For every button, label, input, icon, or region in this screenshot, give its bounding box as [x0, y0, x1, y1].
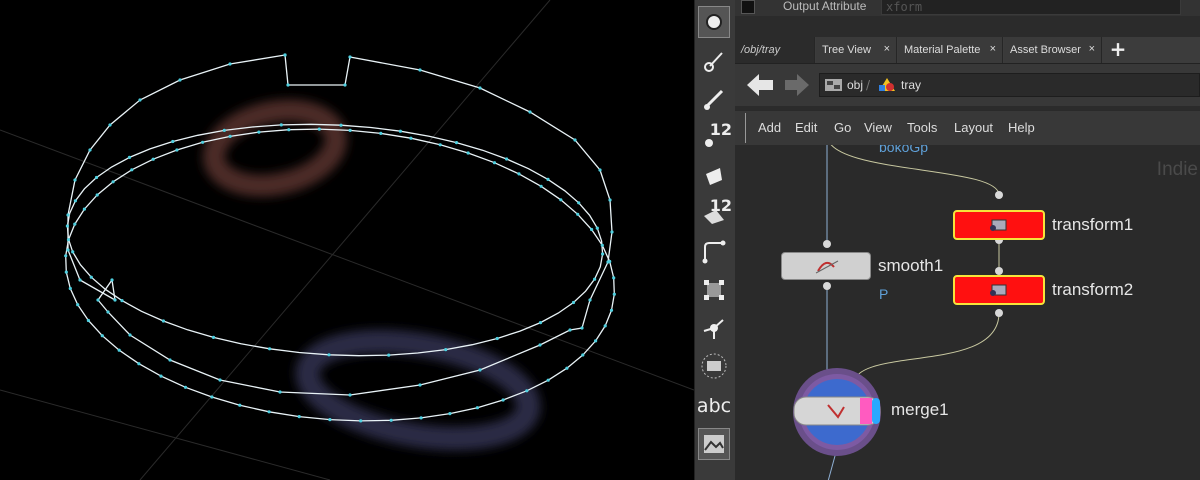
box-tool-icon[interactable] — [698, 274, 730, 306]
plane-count-icon[interactable]: 12 — [698, 196, 732, 230]
output-attribute-field[interactable]: xform — [881, 0, 1181, 15]
add-tab-button[interactable]: + — [1108, 37, 1128, 63]
smooth-node[interactable] — [781, 252, 871, 280]
network-editor[interactable]: bokoGp Indie smooth1 P transform1 transf… — [735, 145, 1200, 480]
tab-obj-tray[interactable]: /obj/tray — [735, 37, 815, 63]
tab-asset-browser[interactable]: Asset Browser × — [1004, 37, 1102, 63]
tray-curves — [65, 54, 615, 422]
navigation-bar: obj / tray — [735, 64, 1200, 106]
tool-badge-a: 12 — [709, 120, 732, 139]
transform-tool-icon[interactable] — [698, 312, 730, 344]
disk-tool-icon[interactable] — [698, 350, 730, 382]
point-count-icon[interactable]: 12 — [698, 120, 732, 154]
landscape-tool-icon[interactable] — [698, 428, 730, 460]
close-icon[interactable]: × — [1089, 43, 1095, 55]
menu-tools[interactable]: Tools — [907, 120, 937, 135]
menu-view[interactable]: View — [864, 120, 892, 135]
smooth-node-flag: P — [879, 286, 889, 302]
brush-tool-icon[interactable] — [698, 46, 730, 78]
menu-add[interactable]: Add — [758, 120, 781, 135]
tab-material-palette[interactable]: Material Palette × — [898, 37, 1003, 63]
smooth-node-icon — [815, 260, 839, 274]
output-attribute-checkbox[interactable] — [741, 0, 755, 14]
breadcrumb-obj[interactable]: obj — [824, 77, 863, 93]
transform-node-icon — [990, 219, 1007, 231]
breadcrumb-separator: / — [866, 78, 871, 92]
forward-arrow-icon[interactable] — [783, 72, 811, 102]
tool-badge-b: 12 — [709, 196, 732, 215]
transform2-node[interactable] — [953, 275, 1045, 305]
merge-node-label: merge1 — [891, 400, 949, 419]
cube-tool-icon[interactable] — [698, 160, 730, 192]
smooth-node-label: smooth1 — [878, 256, 944, 275]
transform2-node-label: transform2 — [1052, 280, 1134, 299]
shadow-blob-brown — [202, 99, 348, 197]
viewport-3d[interactable] — [0, 0, 694, 480]
curve-points — [64, 53, 616, 423]
network-pane: Output Attribute xform /obj/tray Tree Vi… — [735, 0, 1200, 480]
text-tool-icon[interactable]: abc — [697, 390, 731, 422]
output-attribute-label: Output Attribute — [783, 0, 867, 13]
transform1-node-label: transform1 — [1052, 215, 1134, 234]
network-menu-bar: Add Edit Go View Tools Layout Help — [735, 110, 1200, 145]
tab-tree-view[interactable]: Tree View × — [816, 37, 897, 63]
menu-go[interactable]: Go — [834, 120, 851, 135]
select-tool-icon[interactable] — [698, 6, 730, 38]
breadcrumb: obj / tray — [819, 73, 1200, 97]
curve-tool-icon[interactable] — [698, 236, 730, 268]
menu-layout[interactable]: Layout — [954, 120, 993, 135]
back-arrow-icon[interactable] — [745, 72, 775, 102]
viewport-canvas — [0, 0, 694, 480]
shadow-blob-blue — [295, 329, 541, 451]
transform1-node[interactable] — [953, 210, 1045, 240]
obj-network-icon — [825, 79, 842, 91]
pen-tool-icon[interactable] — [698, 84, 730, 116]
tool-shelf: 12 12 abc — [694, 0, 736, 480]
menu-help[interactable]: Help — [1008, 120, 1035, 135]
menu-edit[interactable]: Edit — [795, 120, 817, 135]
pane-tab-bar: /obj/tray Tree View × Material Palette ×… — [735, 37, 1200, 64]
close-icon[interactable]: × — [990, 43, 996, 55]
transform-node-icon — [990, 284, 1007, 296]
close-icon[interactable]: × — [884, 43, 890, 55]
breadcrumb-tray[interactable]: tray — [878, 77, 921, 93]
merge-node-icon — [793, 368, 881, 456]
output-attribute-row: Output Attribute xform — [735, 0, 1200, 16]
merge-node[interactable] — [792, 367, 882, 457]
geometry-object-icon — [879, 78, 895, 91]
